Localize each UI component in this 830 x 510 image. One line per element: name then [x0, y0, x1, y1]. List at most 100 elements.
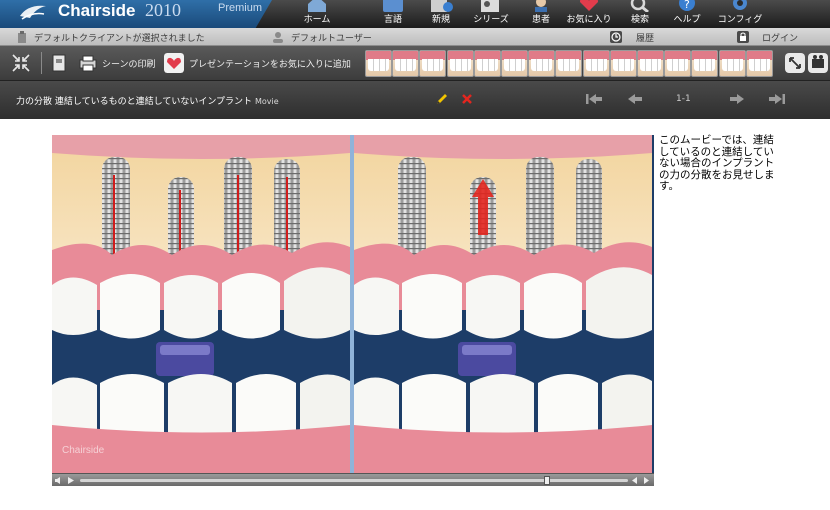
- thumbnail-teeth: [531, 59, 553, 71]
- scene-thumbnail[interactable]: [745, 50, 773, 77]
- video-controls: [52, 473, 654, 486]
- previous-page-icon[interactable]: [626, 92, 644, 106]
- scene-thumbnail[interactable]: [446, 50, 474, 77]
- video-frame-splinted: Chairside: [52, 135, 350, 473]
- scene-thumbnail[interactable]: [609, 50, 637, 77]
- toolbar-separator: [41, 52, 42, 74]
- thumbnail-teeth: [476, 59, 498, 71]
- nav-home-label: ホーム: [303, 15, 331, 25]
- chairside-logo-icon: [20, 5, 46, 20]
- thumbnail-teeth: [504, 59, 525, 71]
- nav-home[interactable]: ホーム: [291, 0, 343, 28]
- nav-series-label: シリーズ: [473, 15, 509, 25]
- step-back-icon[interactable]: [630, 476, 639, 485]
- page-indicator: 1-1: [676, 94, 691, 104]
- patient-icon: [535, 0, 547, 12]
- new-icon: [431, 0, 453, 12]
- scene-thumbnail[interactable]: [392, 50, 420, 77]
- login-link[interactable]: ログイン: [762, 31, 798, 44]
- presentation-type: Movie: [254, 97, 279, 106]
- search-icon: [630, 0, 649, 12]
- nav-search[interactable]: 検索: [614, 0, 666, 28]
- nav-help-label: ヘルプ: [673, 15, 701, 25]
- app-name: Chairside: [58, 1, 136, 20]
- thumbnail-teeth: [585, 59, 607, 71]
- print-scene-button[interactable]: シーンの印刷: [102, 57, 156, 70]
- history-icon[interactable]: [610, 31, 622, 43]
- nav-new-label: 新規: [431, 15, 450, 25]
- scene-toolbar: シーンの印刷 プレゼンテーションをお気に入りに追加: [0, 46, 830, 81]
- presentation-title-text: 力の分散 連結しているものと連結していないインプラント: [16, 97, 253, 107]
- volume-icon[interactable]: [54, 476, 64, 485]
- nav-language[interactable]: 言語: [367, 0, 419, 28]
- app-year: 2010: [145, 0, 181, 20]
- nav-patient[interactable]: 患者: [515, 0, 567, 28]
- edit-pencil-icon[interactable]: [435, 92, 449, 106]
- top-navigation-bar: Chairside 2010 Premium ホーム 言語 新規 シリーズ 患者…: [0, 0, 830, 28]
- lock-icon[interactable]: [737, 31, 749, 43]
- scene-thumbnail[interactable]: [528, 50, 556, 77]
- nav-config-label: コンフィグ: [717, 15, 763, 25]
- scene-thumbnail[interactable]: [365, 50, 392, 77]
- step-forward-icon[interactable]: [642, 476, 651, 485]
- history-link[interactable]: 履歴: [636, 31, 654, 44]
- scene-thumbnail[interactable]: [501, 50, 528, 77]
- thumbnail-teeth: [721, 59, 743, 71]
- thumbnail-teeth: [640, 59, 661, 71]
- presentation-title-bar: 力の分散 連結しているものと連結していないインプラント Movie 1-1: [0, 81, 830, 119]
- thumbnail-teeth: [667, 59, 689, 71]
- video-frame-unsplinted: [354, 135, 652, 473]
- scene-thumbnail[interactable]: [473, 50, 501, 77]
- nav-new[interactable]: 新規: [415, 0, 467, 28]
- first-page-icon[interactable]: [585, 92, 603, 106]
- app-window: Chairside 2010 Premium ホーム 言語 新規 シリーズ 患者…: [0, 0, 830, 510]
- scene-thumbnail[interactable]: [718, 50, 746, 77]
- series-icon: [481, 0, 499, 12]
- thumbnail-teeth: [558, 59, 580, 71]
- video-player[interactable]: Chairside: [52, 135, 654, 486]
- config-icon: [733, 0, 747, 10]
- favorite-heart-icon[interactable]: [164, 53, 184, 73]
- scene-thumbnail[interactable]: [582, 50, 610, 77]
- thumbnail-teeth: [368, 59, 389, 71]
- thumbnail-teeth: [748, 59, 770, 71]
- thumbnail-teeth: [395, 59, 417, 71]
- next-page-icon[interactable]: [728, 92, 746, 106]
- add-to-favorites-button[interactable]: プレゼンテーションをお気に入りに追加: [189, 57, 351, 70]
- scene-thumbnail[interactable]: [664, 50, 692, 77]
- scene-thumbnail[interactable]: [419, 50, 447, 77]
- nav-patient-label: 患者: [531, 15, 550, 25]
- nav-series[interactable]: シリーズ: [465, 0, 517, 28]
- nav-favorites[interactable]: お気に入り: [563, 0, 615, 28]
- scene-thumbnail[interactable]: [637, 50, 664, 77]
- home-icon: [308, 0, 326, 12]
- last-page-icon[interactable]: [768, 92, 786, 106]
- language-icon: [383, 0, 403, 12]
- document-icon[interactable]: [49, 53, 69, 73]
- nav-search-label: 検索: [630, 15, 649, 25]
- scene-thumbnail[interactable]: [555, 50, 583, 77]
- slideshow-icon[interactable]: [808, 53, 828, 73]
- user-icon: [273, 32, 283, 43]
- thumbnail-teeth: [694, 59, 716, 71]
- nav-config[interactable]: コンフィグ: [714, 0, 766, 28]
- user-status-text[interactable]: デフォルトユーザー: [291, 31, 372, 44]
- nav-favorites-label: お気に入り: [566, 15, 612, 25]
- movie-description: このムービーでは、連結しているのと連結していない場合のインプラントの力の分散をお…: [659, 134, 775, 192]
- client-status-text: デフォルトクライアントが選択されました: [34, 34, 205, 44]
- nav-help[interactable]: ? ヘルプ: [661, 0, 713, 28]
- print-icon[interactable]: [78, 53, 98, 73]
- scene-thumbnail[interactable]: [691, 50, 719, 77]
- expand-icon[interactable]: [785, 53, 805, 73]
- fullscreen-collapse-icon[interactable]: [11, 53, 31, 73]
- play-icon[interactable]: [66, 476, 75, 485]
- thumbnail-teeth: [422, 59, 444, 71]
- nav-language-label: 言語: [383, 15, 402, 25]
- app-edition: Premium: [218, 2, 263, 14]
- clipboard-icon: [18, 31, 26, 43]
- delete-x-icon[interactable]: [461, 92, 473, 106]
- help-icon: ?: [679, 0, 695, 11]
- video-seek-handle[interactable]: [544, 476, 550, 485]
- brand-area: Chairside 2010 Premium: [0, 0, 272, 28]
- thumbnail-teeth: [449, 59, 471, 71]
